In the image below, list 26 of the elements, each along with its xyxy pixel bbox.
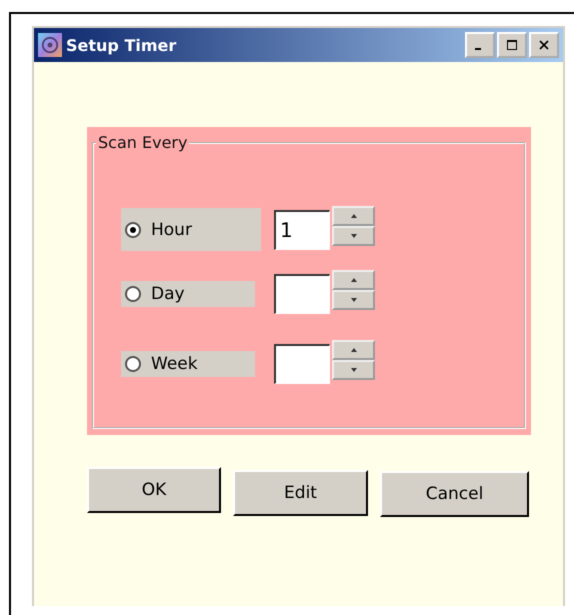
down-arrow-icon bbox=[350, 368, 356, 372]
down-arrow-icon bbox=[350, 298, 356, 302]
dialog-button[interactable]: Edit bbox=[233, 470, 368, 516]
group-title: Scan Every bbox=[96, 133, 190, 152]
number-field[interactable] bbox=[274, 344, 330, 384]
radio-option[interactable]: Day bbox=[121, 281, 255, 307]
maximize-button[interactable] bbox=[497, 32, 527, 58]
app-icon bbox=[38, 33, 62, 57]
up-arrow-icon bbox=[350, 278, 356, 282]
window-title: Setup Timer bbox=[66, 36, 178, 54]
number-field[interactable]: 1 bbox=[274, 210, 330, 250]
minimize-icon bbox=[475, 48, 481, 50]
radio-option[interactable]: Week bbox=[121, 351, 255, 377]
radio-button[interactable] bbox=[125, 222, 141, 238]
dialog-button[interactable]: OK bbox=[87, 467, 221, 513]
close-button[interactable] bbox=[529, 32, 559, 58]
radio-option[interactable]: Hour bbox=[121, 208, 261, 251]
radio-button[interactable] bbox=[125, 286, 141, 302]
down-arrow-icon bbox=[350, 234, 356, 238]
up-arrow-icon bbox=[350, 214, 356, 218]
up-arrow-icon bbox=[350, 348, 356, 352]
close-icon bbox=[538, 39, 550, 51]
radio-button[interactable] bbox=[125, 356, 141, 372]
dialog-button[interactable]: Cancel bbox=[380, 471, 529, 517]
maximize-icon bbox=[506, 39, 518, 51]
number-field[interactable] bbox=[274, 274, 330, 314]
